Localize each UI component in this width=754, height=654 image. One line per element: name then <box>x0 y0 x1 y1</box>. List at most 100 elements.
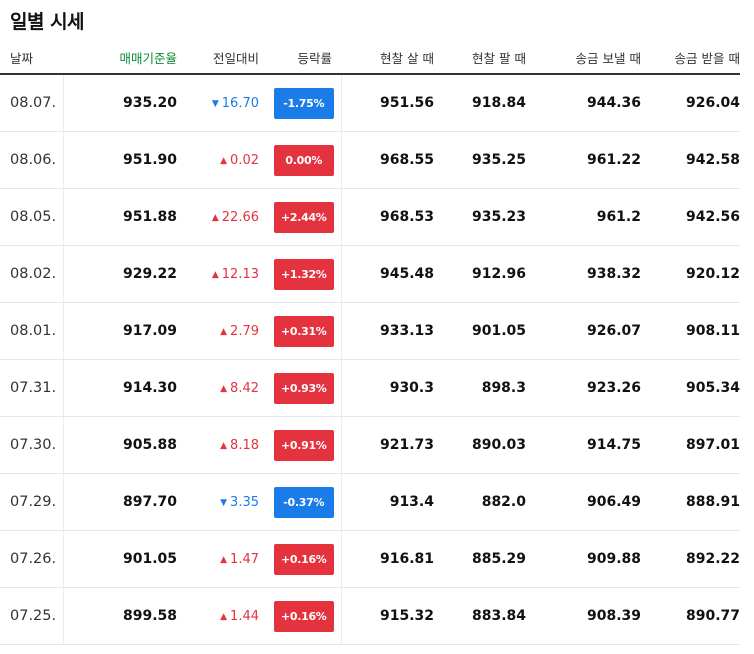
header-date: 날짜 <box>0 41 63 75</box>
base-rate-cell: 917.09 <box>63 302 183 360</box>
transfer-send-cell: 961.22 <box>526 131 641 189</box>
change-cell: ▲ 12.13 <box>183 245 267 303</box>
base-rate-cell: 914.30 <box>63 359 183 417</box>
change-value: 16.70 <box>221 95 259 111</box>
daily-rates-table: 날짜 매매기준율 전일대비 등락률 현찰 살 때 현찰 팔 때 송금 보낼 때 … <box>0 41 740 645</box>
change-rate-badge: +0.93% <box>273 372 334 404</box>
change-rate-badge: +0.91% <box>273 429 334 461</box>
change-rate-cell: +1.32% <box>267 245 342 303</box>
change-value: 2.79 <box>230 323 259 339</box>
cash-buy-cell: 945.48 <box>341 245 434 303</box>
header-cash-sell: 현찰 팔 때 <box>434 41 526 75</box>
date-cell: 07.26. <box>0 530 64 588</box>
cash-sell-cell: 890.03 <box>434 416 526 474</box>
transfer-send-cell: 914.75 <box>526 416 641 474</box>
transfer-send-cell: 908.39 <box>526 587 641 645</box>
change-cell: ▲ 2.79 <box>183 302 267 360</box>
cash-buy-cell: 913.4 <box>341 473 434 531</box>
change-value: 8.42 <box>230 380 259 396</box>
cash-buy-cell: 951.56 <box>341 74 434 132</box>
transfer-receive-cell: 920.12 <box>641 245 740 303</box>
down-arrow-icon: ▼ <box>220 497 228 508</box>
cash-buy-cell: 921.73 <box>341 416 434 474</box>
base-rate-cell: 899.58 <box>63 587 183 645</box>
date-cell: 07.25. <box>0 587 64 645</box>
transfer-send-cell: 909.88 <box>526 530 641 588</box>
table-row: 07.31. 914.30 ▲ 8.42 +0.93% 930.3 898.3 9… <box>0 359 740 417</box>
date-cell: 08.07. <box>0 74 64 132</box>
cash-buy-cell: 930.3 <box>341 359 434 417</box>
table-row: 08.05. 951.88 ▲ 22.66 +2.44% 968.53 935.2… <box>0 188 740 246</box>
cash-sell-cell: 885.29 <box>434 530 526 588</box>
table-row: 08.07. 935.20 ▼ 16.70 -1.75% 951.56 918.8… <box>0 74 740 132</box>
cash-sell-cell: 901.05 <box>434 302 526 360</box>
change-rate-cell: 0.00% <box>267 131 342 189</box>
transfer-receive-cell: 926.04 <box>641 74 740 132</box>
base-rate-cell: 901.05 <box>63 530 183 588</box>
base-rate-cell: 951.88 <box>63 188 183 246</box>
table-row: 07.29. 897.70 ▼ 3.35 -0.37% 913.4 882.0 9… <box>0 473 740 531</box>
change-rate-badge: +0.16% <box>273 600 334 632</box>
up-arrow-icon: ▲ <box>220 440 228 451</box>
table-header-row: 날짜 매매기준율 전일대비 등락률 현찰 살 때 현찰 팔 때 송금 보낼 때 … <box>0 41 740 75</box>
date-cell: 07.29. <box>0 473 64 531</box>
change-rate-badge: -1.75% <box>273 87 334 119</box>
change-cell: ▼ 3.35 <box>183 473 267 531</box>
change-rate-cell: +0.16% <box>267 587 342 645</box>
up-arrow-icon: ▲ <box>220 155 228 166</box>
change-rate-cell: -0.37% <box>267 473 342 531</box>
change-rate-cell: +0.93% <box>267 359 342 417</box>
table-row: 07.30. 905.88 ▲ 8.18 +0.91% 921.73 890.03… <box>0 416 740 474</box>
cash-buy-cell: 968.55 <box>341 131 434 189</box>
change-rate-badge: 0.00% <box>273 144 334 176</box>
change-rate-cell: +0.16% <box>267 530 342 588</box>
cash-buy-cell: 915.32 <box>341 587 434 645</box>
change-value: 0.02 <box>230 152 259 168</box>
cash-sell-cell: 918.84 <box>434 74 526 132</box>
base-rate-cell: 951.90 <box>63 131 183 189</box>
transfer-send-cell: 938.32 <box>526 245 641 303</box>
change-cell: ▲ 8.42 <box>183 359 267 417</box>
up-arrow-icon: ▲ <box>220 326 228 337</box>
cash-buy-cell: 933.13 <box>341 302 434 360</box>
table-row: 07.26. 901.05 ▲ 1.47 +0.16% 916.81 885.29… <box>0 530 740 588</box>
change-cell: ▲ 1.47 <box>183 530 267 588</box>
transfer-receive-cell: 942.56 <box>641 188 740 246</box>
change-rate-cell: +0.31% <box>267 302 342 360</box>
change-rate-badge: +2.44% <box>273 201 334 233</box>
table-row: 08.06. 951.90 ▲ 0.02 0.00% 968.55 935.25 … <box>0 131 740 189</box>
change-rate-cell: +2.44% <box>267 188 342 246</box>
change-value: 12.13 <box>221 266 259 282</box>
base-rate-cell: 897.70 <box>63 473 183 531</box>
change-cell: ▲ 1.44 <box>183 587 267 645</box>
transfer-send-cell: 923.26 <box>526 359 641 417</box>
change-rate-cell: -1.75% <box>267 74 342 132</box>
change-cell: ▲ 8.18 <box>183 416 267 474</box>
change-value: 8.18 <box>230 437 259 453</box>
change-value: 1.44 <box>230 608 259 624</box>
change-value: 1.47 <box>230 551 259 567</box>
table-body: 08.07. 935.20 ▼ 16.70 -1.75% 951.56 918.8… <box>0 74 740 645</box>
date-cell: 08.05. <box>0 188 64 246</box>
up-arrow-icon: ▲ <box>220 554 228 565</box>
transfer-send-cell: 906.49 <box>526 473 641 531</box>
transfer-receive-cell: 905.34 <box>641 359 740 417</box>
table-row: 08.02. 929.22 ▲ 12.13 +1.32% 945.48 912.9… <box>0 245 740 303</box>
change-value: 22.66 <box>221 209 259 225</box>
cash-buy-cell: 916.81 <box>341 530 434 588</box>
transfer-send-cell: 944.36 <box>526 74 641 132</box>
change-value: 3.35 <box>230 494 259 510</box>
change-cell: ▲ 22.66 <box>183 188 267 246</box>
cash-sell-cell: 935.25 <box>434 131 526 189</box>
date-cell: 07.31. <box>0 359 64 417</box>
transfer-receive-cell: 888.91 <box>641 473 740 531</box>
change-rate-badge: +1.32% <box>273 258 334 290</box>
cash-sell-cell: 883.84 <box>434 587 526 645</box>
transfer-receive-cell: 890.77 <box>641 587 740 645</box>
header-transfer-send: 송금 보낼 때 <box>526 41 641 75</box>
header-change-rate: 등락률 <box>267 41 341 75</box>
section-title: 일별 시세 <box>10 11 85 33</box>
down-arrow-icon: ▼ <box>211 98 219 109</box>
transfer-send-cell: 961.2 <box>526 188 641 246</box>
date-cell: 08.06. <box>0 131 64 189</box>
